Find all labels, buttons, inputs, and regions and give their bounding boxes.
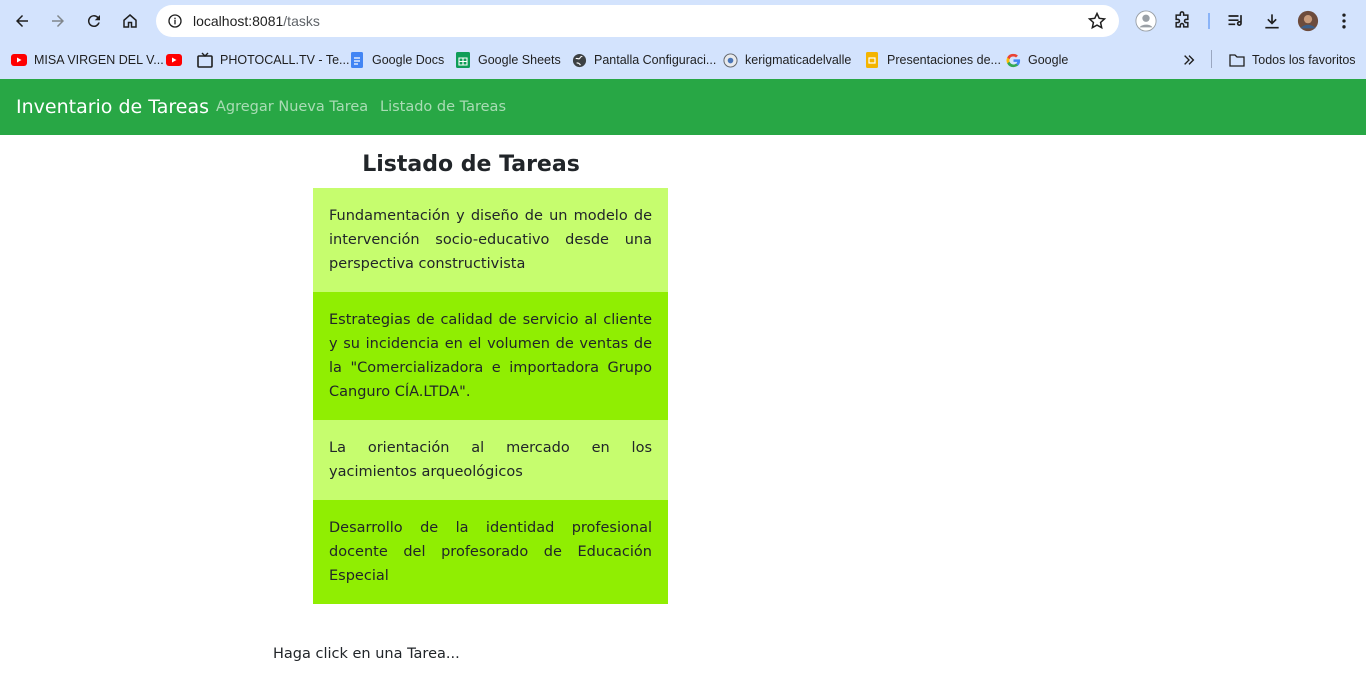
folder-icon xyxy=(1229,52,1245,68)
selection-hint: Haga click en una Tarea... xyxy=(273,646,460,662)
google-icon xyxy=(1005,52,1021,68)
page-title: Listado de Tareas xyxy=(362,152,580,177)
bookmarks-overflow-button[interactable] xyxy=(1181,50,1204,70)
kebab-menu-icon xyxy=(1342,13,1346,29)
back-button[interactable] xyxy=(9,8,35,34)
extension-avatar-icon xyxy=(1135,10,1157,32)
url-host: localhost:8081 xyxy=(193,13,284,29)
menu-button[interactable] xyxy=(1332,9,1356,33)
url-text[interactable]: localhost:8081/tasks xyxy=(193,13,320,29)
bookmark-google-sheets[interactable]: Google Sheets xyxy=(455,50,561,70)
google-docs-icon xyxy=(349,52,365,68)
downloads-button[interactable] xyxy=(1260,9,1284,33)
browser-toolbar: localhost:8081/tasks xyxy=(0,0,1366,42)
bookmark-presentaciones[interactable]: Presentaciones de... xyxy=(864,50,1001,70)
home-icon xyxy=(123,14,137,28)
bookmark-google[interactable]: Google xyxy=(1005,50,1068,70)
bookmark-label: Presentaciones de... xyxy=(887,53,1001,67)
home-button[interactable] xyxy=(117,8,143,34)
bookmark-label: Google Sheets xyxy=(478,53,561,67)
puzzle-icon xyxy=(1175,11,1189,28)
profile-avatar-icon xyxy=(1297,10,1319,32)
extensions-button[interactable] xyxy=(1170,9,1194,33)
profile-extension-button[interactable] xyxy=(1134,9,1158,33)
chevron-double-right-icon xyxy=(1181,52,1197,68)
bookmark-label: Google Docs xyxy=(372,53,445,67)
bookmark-google-docs[interactable]: Google Docs xyxy=(349,50,444,70)
bookmark-photocall[interactable]: PHOTOCALL.TV - Te... xyxy=(197,50,349,70)
arrow-left-icon xyxy=(16,15,28,27)
bookmark-label: MISA VIRGEN DEL V... xyxy=(34,53,164,67)
nav-link-add-task[interactable]: Agregar Nueva Tarea xyxy=(216,99,368,115)
bookmark-kerigmatica[interactable]: kerigmaticadelvalle xyxy=(722,50,851,70)
profile-button[interactable] xyxy=(1296,9,1320,33)
bookmark-label: kerigmaticadelvalle xyxy=(745,53,852,67)
bookmarks-bar: MISA VIRGEN DEL V... PHOTOCALL.TV - Te..… xyxy=(0,42,1366,79)
task-item[interactable]: La orientación al mercado en los yacimie… xyxy=(313,420,668,500)
task-list: Fundamentación y diseño de un modelo de … xyxy=(313,188,668,604)
bookmarks-separator xyxy=(1211,50,1212,68)
toolbar-separator xyxy=(1208,13,1210,29)
google-sheets-icon xyxy=(455,52,471,68)
navbar-brand[interactable]: Inventario de Tareas xyxy=(16,96,209,118)
arrow-right-icon xyxy=(52,15,64,27)
forward-button[interactable] xyxy=(45,8,71,34)
bookmark-misa[interactable]: MISA VIRGEN DEL V... xyxy=(11,50,164,70)
google-slides-icon xyxy=(864,52,880,68)
site-info-icon[interactable] xyxy=(164,10,186,32)
bookmark-label: Pantalla Configuraci... xyxy=(594,53,717,67)
reading-list-button[interactable] xyxy=(1224,9,1248,33)
url-path: /tasks xyxy=(283,13,320,29)
globe-icon xyxy=(571,52,587,68)
download-icon xyxy=(1265,14,1279,29)
task-item[interactable]: Desarrollo de la identidad profesional d… xyxy=(313,500,668,604)
youtube-icon xyxy=(11,52,27,68)
bookmark-pantalla[interactable]: Pantalla Configuraci... xyxy=(571,50,716,70)
all-bookmarks-label: Todos los favoritos xyxy=(1252,53,1356,67)
nav-link-task-list[interactable]: Listado de Tareas xyxy=(380,99,506,115)
bookmark-label: Google xyxy=(1028,53,1069,67)
task-item[interactable]: Estrategias de calidad de servicio al cl… xyxy=(313,292,668,420)
task-item[interactable]: Fundamentación y diseño de un modelo de … xyxy=(313,188,668,292)
bookmark-star-icon[interactable] xyxy=(1087,11,1107,31)
reload-button[interactable] xyxy=(81,8,107,34)
bookmark-youtube[interactable] xyxy=(166,50,189,70)
tv-icon xyxy=(197,52,213,68)
bookmark-label: PHOTOCALL.TV - Te... xyxy=(220,53,350,67)
app-navbar: Inventario de Tareas Agregar Nueva Tarea… xyxy=(0,79,1366,135)
youtube-icon xyxy=(166,52,182,68)
site-icon xyxy=(722,52,738,68)
media-list-icon xyxy=(1228,15,1242,26)
address-bar[interactable]: localhost:8081/tasks xyxy=(156,5,1119,37)
all-bookmarks-button[interactable]: Todos los favoritos xyxy=(1229,50,1356,70)
reload-icon xyxy=(87,15,100,28)
